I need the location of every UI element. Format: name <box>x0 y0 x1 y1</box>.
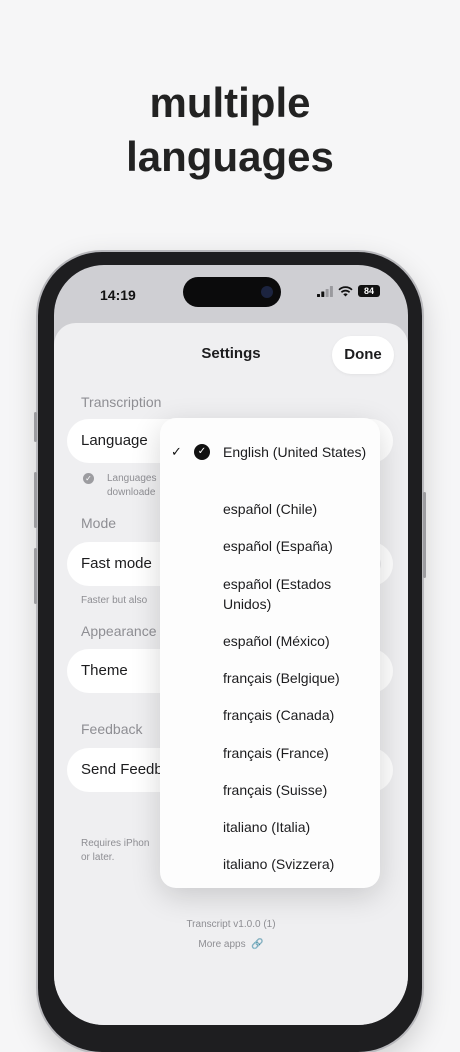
language-option-label: italiano (Italia) <box>223 819 311 835</box>
language-option-label: español (España) <box>223 538 333 554</box>
side-button-volume-down <box>34 548 37 604</box>
language-option-label: español (Chile) <box>223 501 318 517</box>
battery-icon: 84 <box>358 285 380 297</box>
requirements-note-line-2: or later. <box>81 852 115 863</box>
section-label-mode: Mode <box>81 515 117 531</box>
side-button-action <box>34 412 37 442</box>
cellular-signal-icon <box>317 285 333 297</box>
languages-note: Languages downloade <box>107 472 157 500</box>
wifi-icon <box>338 285 353 296</box>
headline: multiple languages <box>0 76 460 184</box>
languages-note-line-2: downloade <box>107 487 156 498</box>
requirements-note: Requires iPhon or later. <box>81 837 149 865</box>
checkmark-circle-icon: ✓ <box>83 473 94 484</box>
selected-circle-icon: ✓ <box>194 444 210 460</box>
checkmark-icon: ✓ <box>171 444 182 459</box>
dynamic-island <box>183 277 281 307</box>
language-option-label: français (Suisse) <box>223 782 328 798</box>
theme-label: Theme <box>81 662 128 679</box>
language-dropdown-menu: ✓ ✓ English (United States) español (Chi… <box>160 418 380 888</box>
status-time: 14:19 <box>100 287 136 303</box>
language-label: Language <box>81 432 148 449</box>
link-icon: 🔗 <box>248 939 264 950</box>
language-option-label: français (Belgique) <box>223 670 340 686</box>
version-text: Transcript v1.0.0 (1) <box>186 919 276 930</box>
headline-line-1: multiple <box>149 79 311 126</box>
headline-line-2: languages <box>126 133 334 180</box>
section-label-appearance: Appearance <box>81 623 157 639</box>
language-option-label: español (Estados Unidos) <box>223 576 332 612</box>
section-label-transcription: Transcription <box>81 394 162 410</box>
language-option-label: français (France) <box>223 745 329 761</box>
requirements-note-line-1: Requires iPhon <box>81 838 150 849</box>
fast-mode-label: Fast mode <box>81 555 152 572</box>
more-apps-label: More apps <box>198 939 246 950</box>
camera-icon <box>261 286 273 298</box>
done-button[interactable]: Done <box>332 336 394 374</box>
more-apps-link[interactable]: More apps 🔗 <box>54 939 408 950</box>
language-option-label: español (México) <box>223 633 330 649</box>
language-option-label: italiano (Svizzera) <box>223 856 335 872</box>
language-option-label: français (Canada) <box>223 707 335 723</box>
side-button-power <box>423 492 426 578</box>
fast-mode-note: Faster but also <box>81 595 148 606</box>
languages-note-line-1: Languages <box>107 473 157 484</box>
section-label-feedback: Feedback <box>81 721 143 737</box>
language-option-label: English (United States) <box>223 444 367 460</box>
status-icons: 84 <box>317 285 380 297</box>
side-button-volume-up <box>34 472 37 528</box>
